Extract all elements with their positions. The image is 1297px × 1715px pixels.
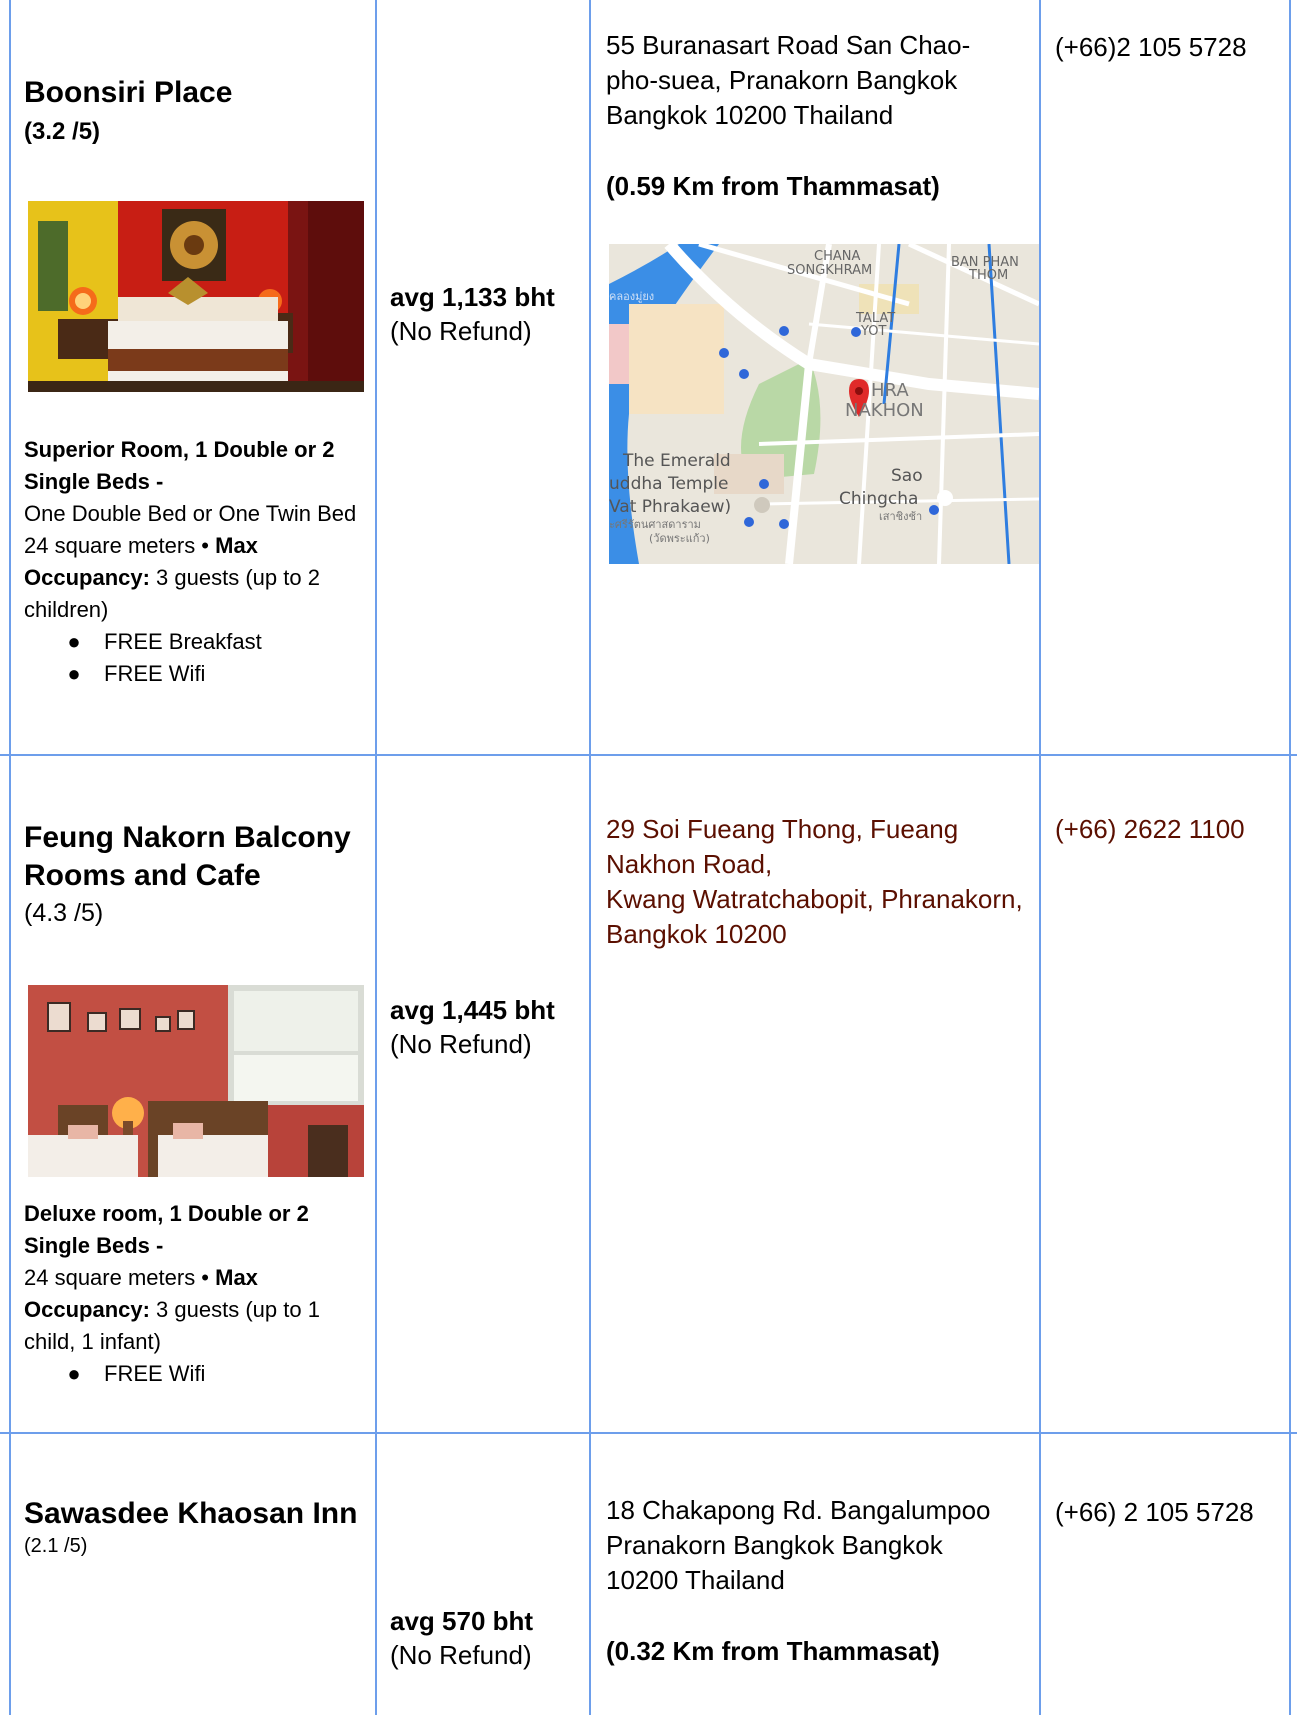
table-border-row2 bbox=[0, 1432, 1297, 1434]
distance: (0.59 Km from Thammasat) bbox=[606, 171, 940, 201]
room-title: Superior Room, 1 Double or 2 Single Beds… bbox=[24, 437, 335, 494]
phone-number: (+66) 2 105 5728 bbox=[1055, 1497, 1254, 1527]
hotel-name: Boonsiri Place bbox=[24, 76, 233, 109]
hotel-table: Boonsiri Place (3.2 /5) Superior Room, 1… bbox=[0, 0, 1297, 1715]
map-label: HRA bbox=[871, 380, 909, 401]
hotel-name: Sawasdee Khaosan Inn bbox=[24, 1497, 358, 1530]
room-bed: One Double Bed or One Twin Bed bbox=[24, 501, 357, 526]
room-photo-image bbox=[28, 201, 364, 392]
map-label: (วัดพระแก้ว) bbox=[649, 532, 710, 545]
map-label: THOM bbox=[968, 268, 1008, 283]
location-map[interactable]: CHANA SONGKHRAM BAN PHAN THOM TALAT YOT … bbox=[609, 244, 1039, 564]
amenity-label: FREE Wifi bbox=[104, 661, 206, 686]
table-border-col2 bbox=[589, 0, 591, 1715]
list-item: ● FREE Breakfast bbox=[44, 626, 369, 658]
room-size: 24 square meters • Max Occupancy: 3 gues… bbox=[24, 1262, 369, 1358]
bullet-icon: ● bbox=[67, 661, 81, 686]
room-photo bbox=[28, 201, 364, 392]
room-photo-image bbox=[28, 985, 364, 1177]
map-image: CHANA SONGKHRAM BAN PHAN THOM TALAT YOT … bbox=[609, 244, 1039, 564]
map-label: uddha Temple bbox=[609, 474, 728, 494]
phone-cell: (+66) 2 105 5728 bbox=[1055, 1495, 1287, 1529]
table-border-left bbox=[9, 0, 11, 1715]
map-label: Sao bbox=[891, 466, 923, 486]
address-cell: 18 Chakapong Rd. Bangalumpoo Pranakorn B… bbox=[606, 1493, 1016, 1668]
room-details: Superior Room, 1 Double or 2 Single Beds… bbox=[24, 434, 369, 690]
table-border-col3 bbox=[1039, 0, 1041, 1715]
refund-policy: (No Refund) bbox=[390, 1640, 532, 1670]
hotel-name-cell: Feung Nakorn Balcony Rooms and Cafe (4.3… bbox=[24, 819, 369, 928]
list-item: ● FREE Wifi bbox=[44, 658, 369, 690]
room-size: 24 square meters • Max Occupancy: 3 gues… bbox=[24, 530, 369, 626]
room-size-text: 24 square meters • bbox=[24, 1265, 216, 1290]
address-cell: 55 Buranasart Road San Chao-pho-suea, Pr… bbox=[606, 28, 1016, 203]
price-cell: avg 1,133 bht (No Refund) bbox=[390, 280, 585, 348]
room-title: Deluxe room, 1 Double or 2 Single Beds - bbox=[24, 1201, 309, 1258]
map-label: The Emerald bbox=[622, 451, 731, 471]
hotel-name-cell: Sawasdee Khaosan Inn (2.1 /5) bbox=[24, 1495, 369, 1558]
amenity-label: FREE Wifi bbox=[104, 1361, 206, 1386]
bullet-icon: ● bbox=[67, 1361, 81, 1386]
refund-policy: (No Refund) bbox=[390, 316, 532, 346]
phone-number: (+66)2 105 5728 bbox=[1055, 32, 1247, 62]
table-border-row1 bbox=[0, 754, 1297, 756]
price-cell: avg 570 bht (No Refund) bbox=[390, 1604, 585, 1672]
address-cell: 29 Soi Fueang Thong, Fueang Nakhon Road,… bbox=[606, 812, 1036, 952]
room-size-text: 24 square meters • bbox=[24, 533, 216, 558]
map-label: เสาชิงช้า bbox=[879, 510, 922, 523]
distance: (0.32 Km from Thammasat) bbox=[606, 1636, 940, 1666]
amenities-list: ● FREE Breakfast ● FREE Wifi bbox=[24, 626, 369, 690]
phone-number: (+66) 2622 1100 bbox=[1055, 814, 1245, 844]
table-border-right bbox=[1289, 0, 1291, 1715]
list-item: ● FREE Wifi bbox=[44, 1358, 369, 1390]
room-photo bbox=[28, 985, 364, 1177]
map-label: ะศรีรัตนศาสดาราม bbox=[609, 518, 701, 531]
price: avg 1,133 bht bbox=[390, 282, 555, 312]
address-line: Kwang Watratchabopit, Phranakorn, Bangko… bbox=[606, 884, 1023, 949]
map-label: Vat Phrakaew) bbox=[609, 497, 731, 517]
map-label: Chingcha bbox=[839, 489, 918, 509]
phone-cell: (+66)2 105 5728 bbox=[1055, 30, 1287, 64]
map-label: คลองมู่ยง bbox=[609, 290, 654, 303]
map-label: YOT bbox=[860, 324, 886, 339]
room-details: Deluxe room, 1 Double or 2 Single Beds -… bbox=[24, 1198, 369, 1390]
hotel-rating: (3.2 /5) bbox=[24, 118, 101, 145]
hotel-rating: (2.1 /5) bbox=[24, 1535, 88, 1557]
amenity-label: FREE Breakfast bbox=[104, 629, 262, 654]
amenities-list: ● FREE Wifi bbox=[24, 1358, 369, 1390]
address: 55 Buranasart Road San Chao-pho-suea, Pr… bbox=[606, 30, 971, 130]
hotel-name-cell: Boonsiri Place (3.2 /5) bbox=[24, 74, 369, 146]
phone-cell: (+66) 2622 1100 bbox=[1055, 812, 1287, 846]
bullet-icon: ● bbox=[67, 629, 81, 654]
hotel-rating: (4.3 /5) bbox=[24, 899, 104, 927]
address: 18 Chakapong Rd. Bangalumpoo Pranakorn B… bbox=[606, 1495, 991, 1595]
price: avg 1,445 bht bbox=[390, 995, 555, 1025]
map-label: SONGKHRAM bbox=[787, 263, 872, 278]
map-label: NAKHON bbox=[845, 400, 924, 421]
map-label: CHANA bbox=[814, 249, 860, 264]
address-line: 29 Soi Fueang Thong, Fueang Nakhon Road, bbox=[606, 814, 959, 879]
refund-policy: (No Refund) bbox=[390, 1029, 532, 1059]
price-cell: avg 1,445 bht (No Refund) bbox=[390, 993, 585, 1061]
table-border-col1 bbox=[375, 0, 377, 1715]
price: avg 570 bht bbox=[390, 1606, 534, 1636]
hotel-name: Feung Nakorn Balcony Rooms and Cafe bbox=[24, 821, 351, 892]
